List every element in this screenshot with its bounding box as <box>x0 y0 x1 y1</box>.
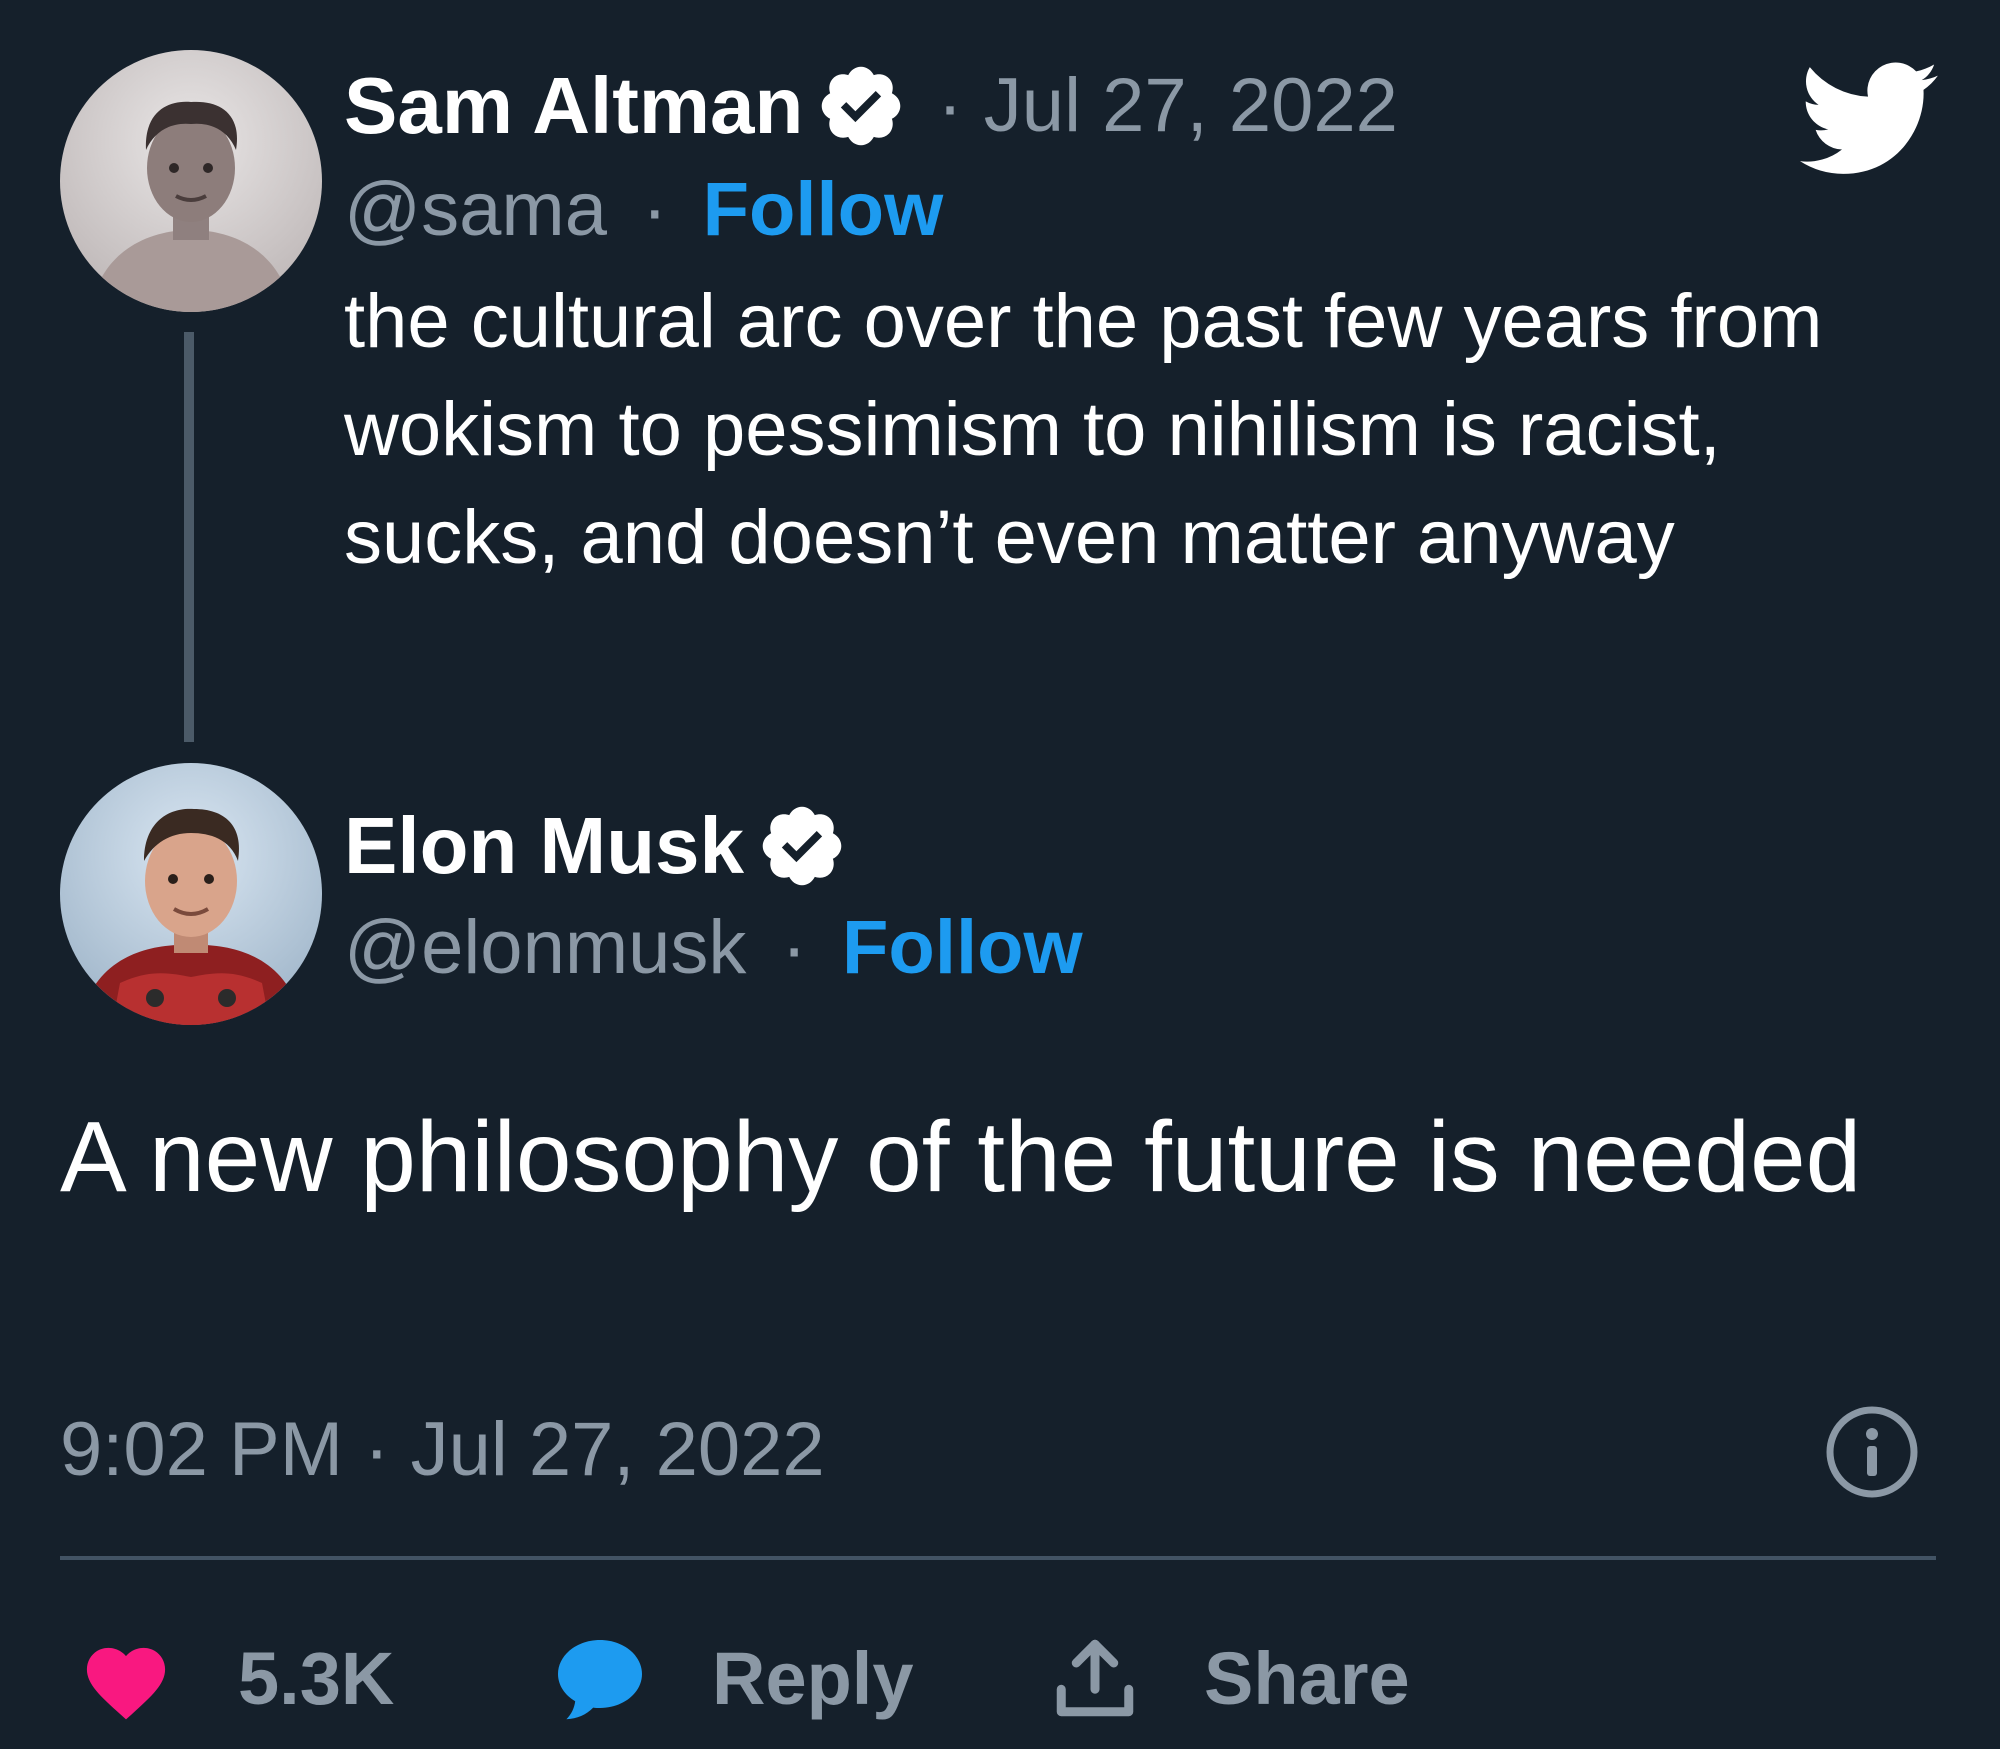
tweet-original-header: Sam Altman · Jul 27, 2022 <box>344 60 1398 152</box>
reply-button[interactable]: Reply <box>552 1628 914 1728</box>
handle-sama[interactable]: @sama <box>344 167 607 252</box>
like-count: 5.3K <box>238 1636 395 1720</box>
tweet-reply-text: A new philosophy of the future is needed <box>60 1101 1862 1213</box>
tweet-original-handle-row: @sama · Follow <box>344 172 943 248</box>
reply-label: Reply <box>712 1636 914 1720</box>
avatar-sam-altman-image <box>60 50 322 312</box>
like-button[interactable]: 5.3K <box>78 1628 394 1728</box>
handle-separator: · <box>781 905 807 990</box>
heart-icon <box>78 1635 174 1721</box>
thread-connector-line <box>184 332 194 742</box>
verified-badge-icon <box>756 800 848 892</box>
handle-elonmusk[interactable]: @elonmusk <box>344 905 746 990</box>
speech-bubble-icon <box>552 1633 648 1723</box>
verified-badge-icon <box>815 60 907 152</box>
share-button[interactable]: Share <box>1050 1628 1410 1728</box>
follow-button-sama[interactable]: Follow <box>703 167 944 252</box>
tweet-reply-timestamp[interactable]: 9:02 PM · Jul 27, 2022 <box>60 1412 825 1488</box>
author-name-elon-musk[interactable]: Elon Musk <box>344 806 744 886</box>
avatar-elon-musk-image <box>60 763 322 1025</box>
upload-share-icon <box>1050 1633 1140 1723</box>
action-divider <box>60 1556 1936 1560</box>
tweet-original-text: the cultural arc over the past few years… <box>344 279 1823 580</box>
follow-button-elonmusk[interactable]: Follow <box>842 905 1083 990</box>
tweet-original-date[interactable]: · Jul 27, 2022 <box>937 68 1398 144</box>
avatar-sam-altman[interactable] <box>60 50 322 312</box>
avatar-elon-musk[interactable] <box>60 763 322 1025</box>
tweet-reply-header: Elon Musk <box>344 800 848 892</box>
share-label: Share <box>1204 1636 1410 1720</box>
author-name-sam-altman[interactable]: Sam Altman <box>344 66 803 146</box>
handle-separator: · <box>642 167 668 252</box>
tweet-reply-handle-row: @elonmusk · Follow <box>344 910 1083 986</box>
info-icon[interactable] <box>1824 1404 1920 1500</box>
twitter-bird-icon[interactable] <box>1800 60 1940 180</box>
